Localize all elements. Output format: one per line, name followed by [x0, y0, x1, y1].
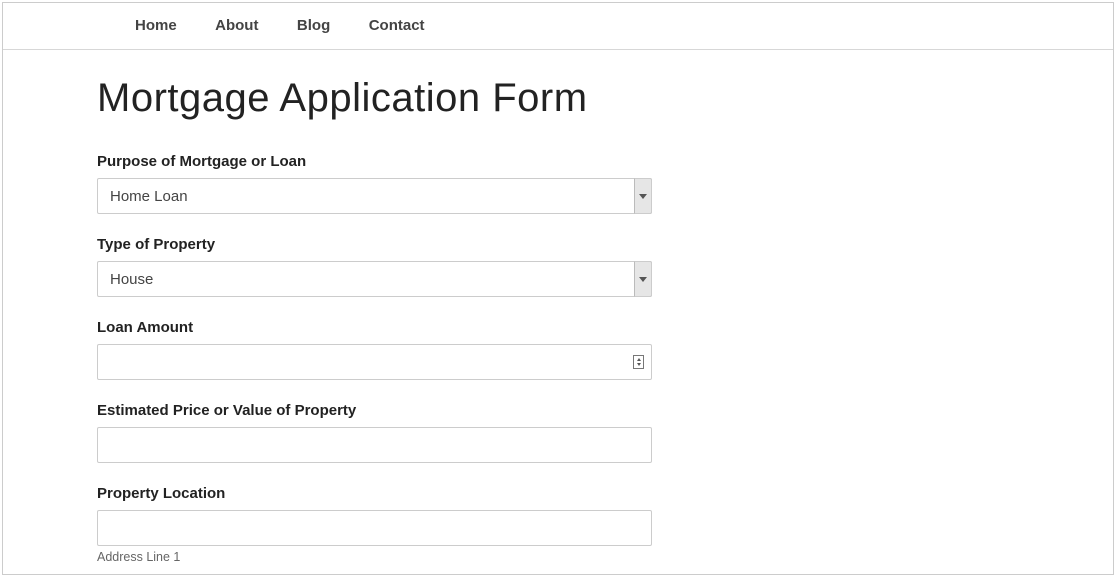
field-property-location: Property Location Address Line 1	[97, 485, 652, 564]
chevron-down-icon[interactable]	[634, 178, 652, 214]
nav-about[interactable]: About	[215, 17, 258, 34]
select-purpose[interactable]: Home Loan	[97, 178, 652, 214]
app-frame: Home About Blog Contact Mortgage Applica…	[2, 2, 1114, 575]
field-property-type: Type of Property House	[97, 236, 652, 297]
label-estimated-value: Estimated Price or Value of Property	[97, 402, 652, 419]
field-estimated-value: Estimated Price or Value of Property	[97, 402, 652, 463]
chevron-down-icon[interactable]	[634, 261, 652, 297]
label-property-location: Property Location	[97, 485, 652, 502]
input-loan-amount[interactable]	[97, 344, 652, 380]
field-purpose: Purpose of Mortgage or Loan Home Loan	[97, 153, 652, 214]
field-loan-amount: Loan Amount	[97, 319, 652, 380]
select-purpose-value[interactable]: Home Loan	[97, 178, 652, 214]
main-content: Mortgage Application Form Purpose of Mor…	[3, 50, 1113, 564]
select-property-type[interactable]: House	[97, 261, 652, 297]
input-estimated-value[interactable]	[97, 427, 652, 463]
label-property-type: Type of Property	[97, 236, 652, 253]
nav-blog[interactable]: Blog	[297, 17, 330, 34]
input-address-line-1[interactable]	[97, 510, 652, 546]
top-nav: Home About Blog Contact	[3, 3, 1113, 50]
select-property-type-value[interactable]: House	[97, 261, 652, 297]
page-title: Mortgage Application Form	[97, 76, 1019, 121]
nav-home[interactable]: Home	[135, 17, 177, 34]
label-purpose: Purpose of Mortgage or Loan	[97, 153, 652, 170]
sublabel-address-line-1: Address Line 1	[97, 550, 652, 564]
label-loan-amount: Loan Amount	[97, 319, 652, 336]
nav-contact[interactable]: Contact	[369, 17, 425, 34]
